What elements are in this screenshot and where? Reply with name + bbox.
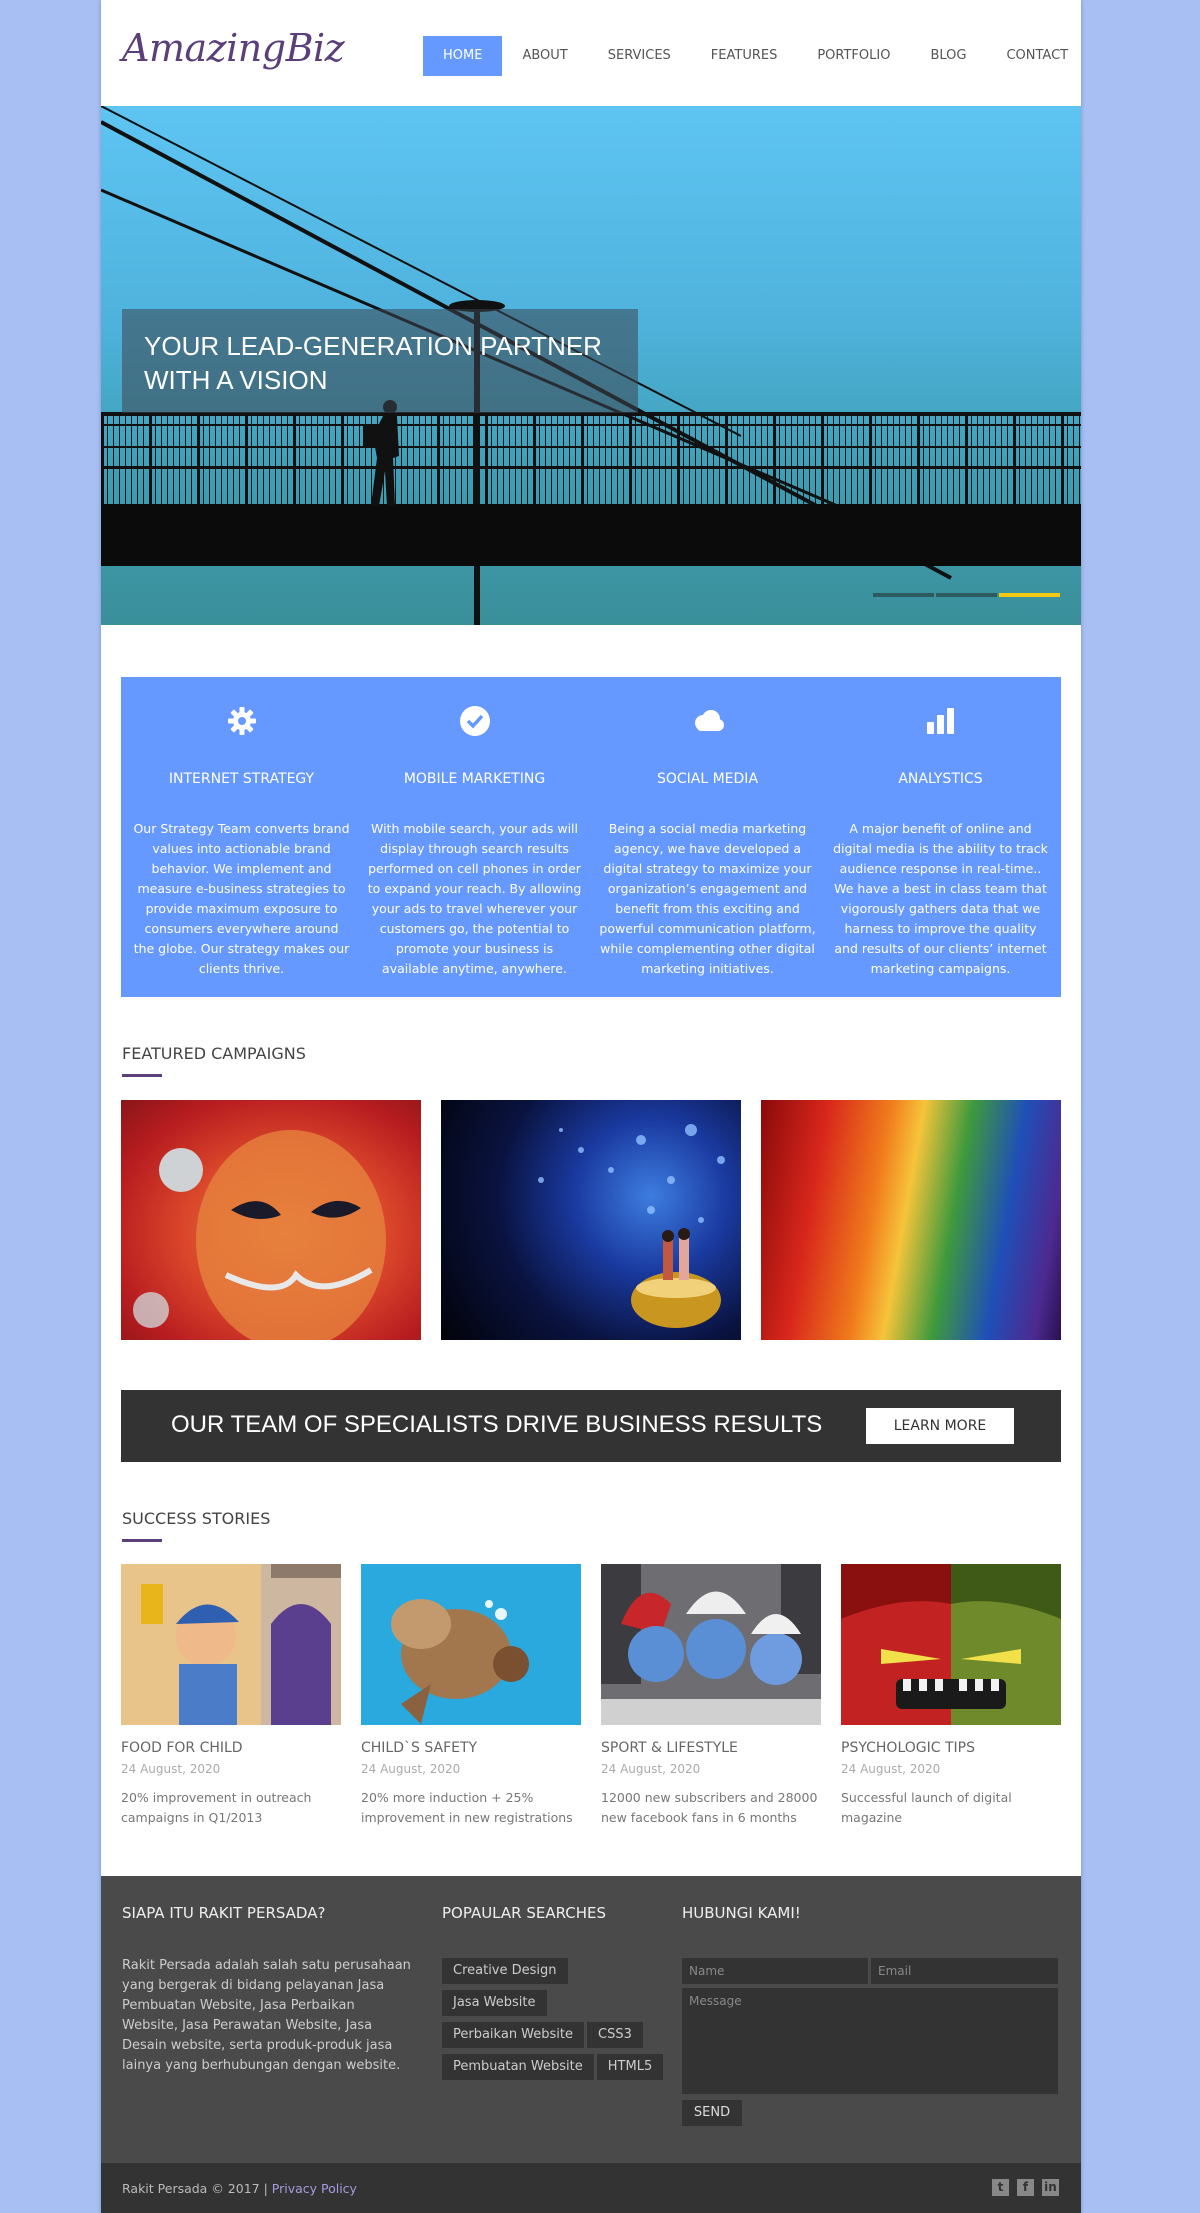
service-social-media: SOCIAL MEDIA Being a social media market…	[591, 677, 824, 997]
footer-about-title: SIAPA ITU RAKIT PERSADA?	[122, 1904, 326, 1922]
learn-more-button[interactable]: LEARN MORE	[866, 1408, 1014, 1444]
story-text: 12000 new subscribers and 28000 new face…	[601, 1790, 818, 1825]
social-links: t f in	[992, 2179, 1059, 2196]
featured-campaigns-title: FEATURED CAMPAIGNS	[122, 1044, 306, 1063]
nav-about[interactable]: ABOUT	[502, 36, 587, 76]
story-text: 20% improvement in outreach campaigns in…	[121, 1790, 312, 1825]
story-text: 20% more induction + 25% improvement in …	[361, 1790, 573, 1825]
service-text: Our Strategy Team converts brand values …	[133, 821, 350, 976]
service-title: INTERNET STRATEGY	[168, 771, 315, 787]
tag-perbaikan-website[interactable]: Perbaikan Website	[442, 2022, 585, 2048]
story-title[interactable]: SPORT & LIFESTYLE	[601, 1740, 821, 1756]
copyright-text: Rakit Persada © 2017 |	[122, 2181, 272, 2196]
nav-services[interactable]: SERVICES	[588, 36, 691, 76]
hero-caption: YOUR LEAD-GENERATION PARTNER WITH A VISI…	[122, 309, 638, 413]
privacy-policy-link[interactable]: Privacy Policy	[272, 2181, 357, 2196]
service-internet-strategy: INTERNET STRATEGY Our Strategy Team conv…	[125, 677, 358, 997]
cloud-icon	[599, 701, 816, 741]
footer-bottom-bar: Rakit Persada © 2017 | Privacy Policy t …	[101, 2163, 1081, 2213]
footer-about-text: Rakit Persada adalah salah satu perusaha…	[122, 1958, 411, 2073]
tag-css3[interactable]: CSS3	[587, 2022, 643, 2048]
story-date: 24 August, 2020	[121, 1762, 221, 1776]
story-card-2[interactable]: CHILD`S SAFETY 24 August, 2020 20% more …	[361, 1564, 581, 1828]
tag-cloud: Creative Design Jasa Website Perbaikan W…	[442, 1958, 682, 2086]
service-title: MOBILE MARKETING	[403, 771, 546, 787]
tag-html5[interactable]: HTML5	[596, 2054, 664, 2080]
gear-icon	[133, 701, 350, 741]
story-card-1[interactable]: FOOD FOR CHILD 24 August, 2020 20% impro…	[121, 1564, 341, 1828]
tag-jasa-website[interactable]: Jasa Website	[442, 1990, 547, 2016]
story-card-3[interactable]: SPORT & LIFESTYLE 24 August, 2020 12000 …	[601, 1564, 821, 1828]
email-input[interactable]: Email	[871, 1958, 1058, 1984]
hero-slider[interactable]: YOUR LEAD-GENERATION PARTNER WITH A VISI…	[101, 106, 1081, 625]
site-header: AmazingBiz HOME ABOUT SERVICES FEATURES …	[101, 0, 1081, 106]
campaign-image-3[interactable]	[761, 1100, 1061, 1340]
service-text: With mobile search, your ads will displa…	[367, 821, 582, 976]
service-title: ANALYSTICS	[898, 771, 983, 787]
tag-creative-design[interactable]: Creative Design	[442, 1958, 568, 1984]
linkedin-icon[interactable]: in	[1042, 2179, 1059, 2196]
campaign-image-1[interactable]	[121, 1100, 421, 1350]
story-date: 24 August, 2020	[601, 1762, 701, 1776]
cta-banner: OUR TEAM OF SPECIALISTS DRIVE BUSINESS R…	[121, 1390, 1061, 1462]
story-title[interactable]: PSYCHOLOGIC TIPS	[841, 1740, 1061, 1756]
section-underline	[122, 1074, 162, 1077]
cta-text: OUR TEAM OF SPECIALISTS DRIVE BUSINESS R…	[171, 1411, 823, 1438]
site-footer: SIAPA ITU RAKIT PERSADA? Rakit Persada a…	[101, 1876, 1081, 2163]
copyright: Rakit Persada © 2017 | Privacy Policy	[122, 2181, 357, 2196]
hero-headline: YOUR LEAD-GENERATION PARTNER WITH A VISI…	[144, 331, 602, 395]
story-image[interactable]	[121, 1564, 341, 1725]
name-input[interactable]: Name	[682, 1958, 868, 1984]
story-image[interactable]	[361, 1564, 581, 1725]
success-stories-title: SUCCESS STORIES	[122, 1509, 271, 1528]
slide-indicator-3[interactable]	[999, 593, 1060, 597]
nav-blog[interactable]: BLOG	[910, 36, 986, 76]
service-analytics: ANALYSTICS A major benefit of online and…	[824, 677, 1057, 997]
campaign-image-2[interactable]	[441, 1100, 741, 1340]
service-mobile-marketing: MOBILE MARKETING With mobile search, you…	[358, 677, 591, 997]
nav-portfolio[interactable]: PORTFOLIO	[797, 36, 910, 76]
check-circle-icon	[366, 701, 583, 741]
service-text: Being a social media marketing agency, w…	[599, 821, 816, 976]
story-image[interactable]	[601, 1564, 821, 1725]
tag-pembuatan-website[interactable]: Pembuatan Website	[442, 2054, 594, 2080]
send-button[interactable]: SEND	[682, 2100, 742, 2126]
nav-features[interactable]: FEATURES	[691, 36, 798, 76]
slider-indicators	[873, 593, 1060, 597]
story-image[interactable]	[841, 1564, 1061, 1725]
main-nav: HOME ABOUT SERVICES FEATURES PORTFOLIO B…	[423, 36, 1088, 76]
story-text: Successful launch of digital magazine	[841, 1790, 1012, 1825]
slide-indicator-1[interactable]	[873, 593, 934, 597]
story-title[interactable]: FOOD FOR CHILD	[121, 1740, 341, 1756]
message-textarea[interactable]: Message	[682, 1988, 1058, 2094]
story-title[interactable]: CHILD`S SAFETY	[361, 1740, 581, 1756]
page: AmazingBiz HOME ABOUT SERVICES FEATURES …	[101, 0, 1081, 2213]
service-text: A major benefit of online and digital me…	[833, 821, 1048, 976]
services-section: INTERNET STRATEGY Our Strategy Team conv…	[121, 677, 1061, 997]
service-title: SOCIAL MEDIA	[656, 771, 759, 787]
twitter-icon[interactable]: t	[992, 2179, 1009, 2196]
nav-contact[interactable]: CONTACT	[986, 36, 1088, 76]
story-date: 24 August, 2020	[361, 1762, 461, 1776]
facebook-icon[interactable]: f	[1017, 2179, 1034, 2196]
section-underline	[122, 1539, 162, 1542]
slide-indicator-2[interactable]	[936, 593, 997, 597]
story-date: 24 August, 2020	[841, 1762, 941, 1776]
footer-contact-title: HUBUNGI KAMI!	[682, 1904, 801, 1922]
bar-chart-icon	[832, 701, 1049, 741]
story-card-4[interactable]: PSYCHOLOGIC TIPS 24 August, 2020 Success…	[841, 1564, 1061, 1828]
site-logo[interactable]: AmazingBiz	[122, 26, 345, 70]
footer-searches-title: POPAULAR SEARCHES	[442, 1904, 607, 1922]
nav-home[interactable]: HOME	[423, 36, 503, 76]
